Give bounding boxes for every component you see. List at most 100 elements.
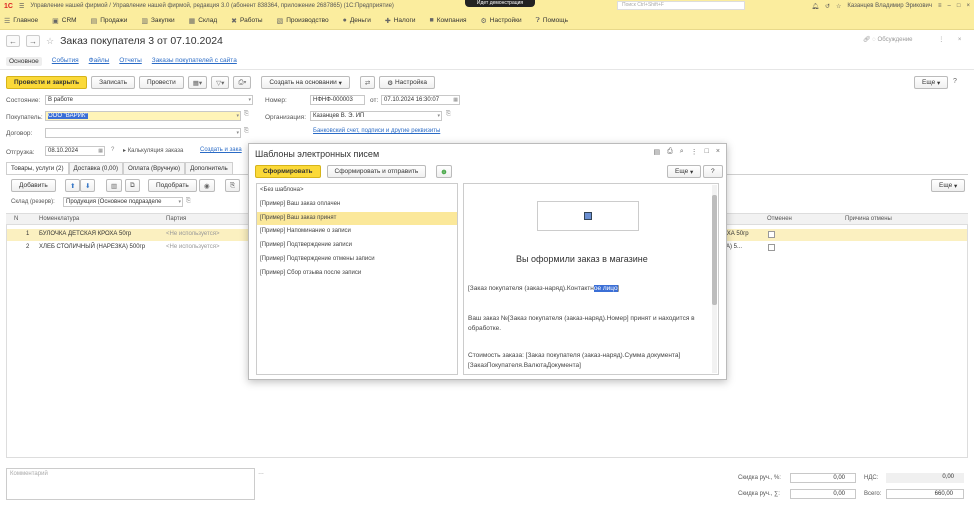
open-warehouse-icon[interactable]: ⎘ bbox=[186, 198, 191, 205]
minimize-icon[interactable]: – bbox=[948, 3, 951, 10]
move-down-icon[interactable]: ⬇ bbox=[80, 179, 96, 192]
section-site-orders[interactable]: Заказы покупателей с сайта bbox=[152, 57, 237, 66]
more-dots-icon[interactable]: ⋮ bbox=[938, 37, 944, 43]
number-field[interactable]: НФНФ-000003 bbox=[310, 95, 365, 105]
move-up-icon[interactable]: ⬆ bbox=[65, 179, 81, 192]
section-files[interactable]: Файлы bbox=[89, 57, 110, 66]
settings-icon[interactable]: ≡ bbox=[938, 3, 942, 10]
chevron-down-icon[interactable]: ▾ bbox=[236, 112, 239, 120]
menu-item-works[interactable]: ✖ Работы bbox=[231, 17, 262, 25]
barcode-icon[interactable]: ▥ bbox=[106, 179, 123, 192]
menu-item-purchases[interactable]: ▥ Закупки bbox=[141, 17, 174, 25]
buyer-field[interactable]: ООО "ВАРИК" ▾ bbox=[45, 111, 241, 121]
comment-field[interactable]: Комментарий bbox=[6, 468, 255, 500]
shipment-date-field[interactable]: 08.10.2024 ▦ bbox=[45, 146, 105, 156]
cancelled-checkbox[interactable] bbox=[768, 231, 775, 238]
table-more-button[interactable]: Еще ▾ bbox=[931, 179, 966, 192]
dialog-help-button[interactable]: ? bbox=[703, 165, 723, 178]
col-cancel-reason[interactable]: Причина отмены bbox=[845, 216, 892, 222]
chevron-down-icon[interactable]: ▾ bbox=[236, 129, 239, 137]
create-based-on-button[interactable]: Создать на основании ▾ bbox=[261, 76, 350, 89]
close-doc-icon[interactable]: × bbox=[958, 37, 962, 43]
expand-comment-icon[interactable]: … bbox=[258, 470, 264, 476]
more-button[interactable]: Еще ▾ bbox=[914, 76, 949, 89]
tab-payment[interactable]: Оплата (Вручную) bbox=[123, 162, 186, 174]
maximize-icon[interactable]: □ bbox=[705, 148, 709, 156]
bell-icon[interactable]: 🔔︎ bbox=[811, 3, 819, 10]
copy-icon[interactable]: ⧉ bbox=[125, 179, 140, 192]
forward-icon[interactable]: → bbox=[26, 35, 40, 47]
dt-kt-icon[interactable]: ⇄ bbox=[359, 76, 376, 89]
section-reports[interactable]: Отчеты bbox=[119, 57, 141, 66]
col-batch[interactable]: Партия bbox=[166, 216, 186, 222]
favorite-star-icon[interactable]: ☆ bbox=[46, 36, 54, 47]
search-doc-icon[interactable]: ⌕ bbox=[680, 148, 684, 156]
section-main[interactable]: Основное bbox=[6, 57, 42, 66]
global-search-input[interactable]: Поиск Ctrl+Shift+F bbox=[617, 1, 745, 10]
add-row-button[interactable]: Добавить bbox=[11, 179, 56, 192]
chevron-down-icon[interactable]: ▾ bbox=[248, 96, 251, 104]
contract-field[interactable]: ▾ bbox=[45, 128, 241, 138]
col-nomenclature[interactable]: Номенклатура bbox=[39, 216, 79, 222]
template-item[interactable]: [Пример] Подтверждение отмены записи bbox=[257, 253, 457, 267]
link-icon[interactable]: 🔗︎ bbox=[863, 37, 871, 43]
close-window-icon[interactable]: × bbox=[966, 3, 970, 10]
save-button[interactable]: Записать bbox=[91, 76, 135, 89]
maximize-icon[interactable]: □ bbox=[957, 3, 961, 10]
menu-item-sales[interactable]: ▤ Продажи bbox=[91, 17, 128, 25]
more-dots-icon[interactable]: ⋮ bbox=[691, 148, 698, 156]
discount-sum-field[interactable]: 0,00 bbox=[790, 489, 856, 499]
chevron-down-icon[interactable]: ▾ bbox=[178, 198, 181, 206]
generate-button[interactable]: Сформировать bbox=[255, 165, 321, 178]
menu-item-money[interactable]: ● Деньги bbox=[343, 17, 371, 24]
filter-icon[interactable]: ▽▾ bbox=[211, 76, 230, 89]
template-item[interactable]: [Пример] Подтверждение записи bbox=[257, 239, 457, 253]
discount-pct-field[interactable]: 0,00 bbox=[790, 473, 856, 483]
help-button[interactable]: ? bbox=[953, 78, 957, 85]
settings-button[interactable]: ⚙ Настройка bbox=[379, 76, 435, 89]
menu-item-main[interactable]: ☰ Главное bbox=[4, 17, 38, 25]
print-icon[interactable]: ⎙▾ bbox=[233, 76, 252, 89]
menu-item-production[interactable]: ▧ Производство bbox=[277, 17, 329, 25]
chevron-down-icon[interactable]: ▾ bbox=[437, 112, 440, 120]
star-icon[interactable]: ☆ bbox=[836, 3, 841, 10]
user-name[interactable]: Казанцев Владимир Эрикович bbox=[847, 3, 932, 10]
template-item[interactable]: [Пример] Ваш заказ оплачен bbox=[257, 198, 457, 212]
org-field[interactable]: Казанцев В. Э. ИП ▾ bbox=[310, 111, 442, 121]
menu-item-warehouse[interactable]: ▦ Склад bbox=[189, 17, 217, 25]
email-preview[interactable]: Вы оформили заказ в магазине [Заказ поку… bbox=[463, 183, 719, 375]
state-field[interactable]: В работе ▾ bbox=[45, 95, 253, 105]
col-n[interactable]: N bbox=[14, 216, 18, 222]
open-contract-icon[interactable]: ⎘ bbox=[244, 128, 249, 135]
calc-toggle[interactable]: ▸ Калькуляция заказа bbox=[123, 147, 183, 154]
eye-icon[interactable]: ◉ bbox=[199, 179, 215, 192]
bank-details-link[interactable]: Банковский счет, подписи и другие реквиз… bbox=[313, 128, 440, 134]
date-field[interactable]: 07.10.2024 16:30:07 ▦ bbox=[381, 95, 460, 105]
col-cancelled[interactable]: Отменен bbox=[767, 216, 792, 222]
tab-additional[interactable]: Дополнитель bbox=[185, 162, 233, 174]
create-calc-link[interactable]: Создать и зака bbox=[200, 147, 242, 153]
warehouse-field[interactable]: Продукция (Основное подразделе ▾ bbox=[63, 197, 183, 207]
calendar-icon[interactable]: ▦ bbox=[453, 96, 458, 104]
template-item[interactable]: [Пример] Сбор отзыва после записи bbox=[257, 267, 457, 281]
add-icon[interactable]: ⊕ bbox=[436, 165, 452, 178]
discussion-link[interactable]: 🔗︎ ◌ Обсуждение ⋮ × bbox=[863, 36, 961, 43]
dialog-more-button[interactable]: Еще ▾ bbox=[667, 165, 702, 178]
tab-goods[interactable]: Товары, услуги (2) bbox=[6, 162, 69, 174]
save-icon[interactable]: ▤ bbox=[654, 148, 661, 156]
post-and-close-button[interactable]: Провести и закрыть bbox=[6, 76, 88, 89]
menu-item-taxes[interactable]: ✚ Налоги bbox=[385, 17, 416, 25]
structure-icon[interactable]: ▦▾ bbox=[187, 76, 208, 89]
menu-item-settings[interactable]: ⚙ Настройки bbox=[480, 17, 521, 25]
menu-item-help[interactable]: ❓︎ Помощь bbox=[536, 17, 568, 25]
help-icon[interactable]: ? bbox=[111, 147, 114, 153]
open-org-icon[interactable]: ⎘ bbox=[446, 111, 451, 118]
menu-hamburger-icon[interactable]: ☰ bbox=[19, 3, 24, 10]
tab-delivery[interactable]: Доставка (0,00) bbox=[68, 162, 124, 174]
preview-scrollbar[interactable] bbox=[712, 185, 717, 373]
back-icon[interactable]: ← bbox=[6, 35, 20, 47]
template-item[interactable]: [Пример] Напоминание о записи bbox=[257, 225, 457, 239]
calendar-icon[interactable]: ▦ bbox=[98, 147, 103, 155]
post-button[interactable]: Провести bbox=[138, 76, 184, 89]
cancelled-checkbox[interactable] bbox=[768, 244, 775, 251]
